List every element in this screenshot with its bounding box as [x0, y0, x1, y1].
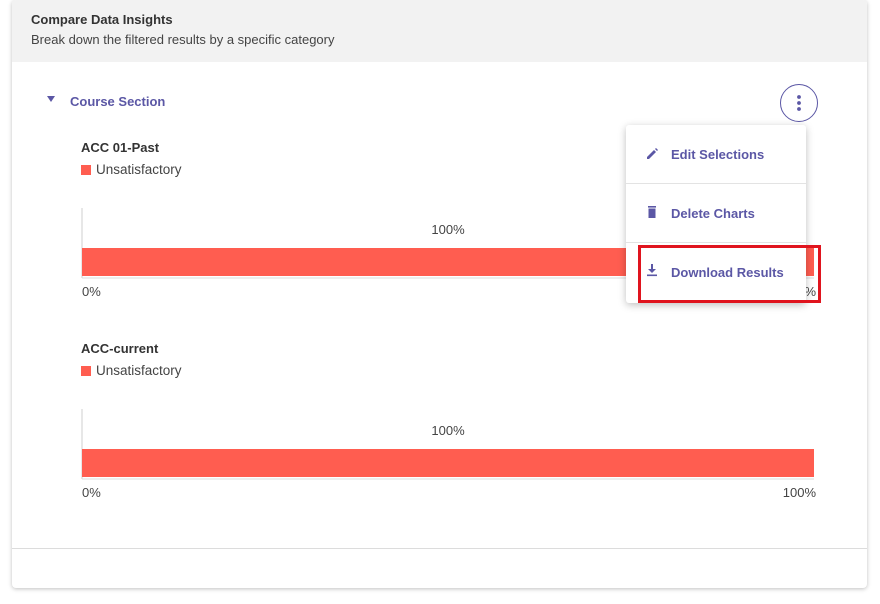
bar-data-label: 100% [431, 222, 465, 237]
pencil-icon [647, 148, 658, 159]
chart-legend: Unsatisfactory [81, 363, 182, 378]
bar-data-label: 100% [431, 423, 465, 438]
menu-item-edit-selections[interactable]: Edit Selections [626, 125, 806, 183]
more-options-button[interactable] [780, 84, 818, 122]
chart-title: ACC-current [81, 341, 159, 356]
kebab-vertical-icon [797, 95, 801, 111]
bar-chart-svg: 100% 0% 100% [81, 409, 817, 500]
legend-label: Unsatisfactory [96, 162, 182, 177]
triangle-down-icon[interactable] [44, 92, 58, 106]
chart-title: ACC 01-Past [81, 140, 160, 155]
chart-legend: Unsatisfactory [81, 162, 182, 177]
download-icon [647, 264, 657, 277]
card-subtitle: Break down the filtered results by a spe… [31, 32, 335, 47]
legend-swatch [81, 164, 91, 175]
x-tick-label: 0% [82, 485, 101, 500]
x-tick-label: 0% [82, 284, 101, 299]
chart-options-menu: Edit Selections Delete Charts Download R… [626, 125, 806, 303]
menu-item-delete-charts[interactable]: Delete Charts [626, 184, 806, 242]
section-title[interactable]: Course Section [70, 94, 165, 109]
card-title: Compare Data Insights [31, 12, 173, 27]
legend-label: Unsatisfactory [96, 363, 182, 378]
legend-swatch [81, 365, 91, 376]
footer-divider [12, 548, 867, 549]
menu-item-label: Edit Selections [671, 146, 765, 162]
trash-icon [648, 206, 656, 218]
x-tick-label: 100% [783, 485, 817, 500]
menu-item-label: Delete Charts [671, 205, 755, 221]
bar-unsatisfactory [82, 449, 814, 477]
chart-acc-current: ACC-current Unsatisfactory 100% 0% 100% [81, 341, 821, 511]
menu-item-download-results[interactable]: Download Results [626, 243, 806, 301]
menu-item-label: Download Results [671, 264, 784, 280]
card-header: Compare Data Insights Break down the fil… [12, 0, 867, 62]
